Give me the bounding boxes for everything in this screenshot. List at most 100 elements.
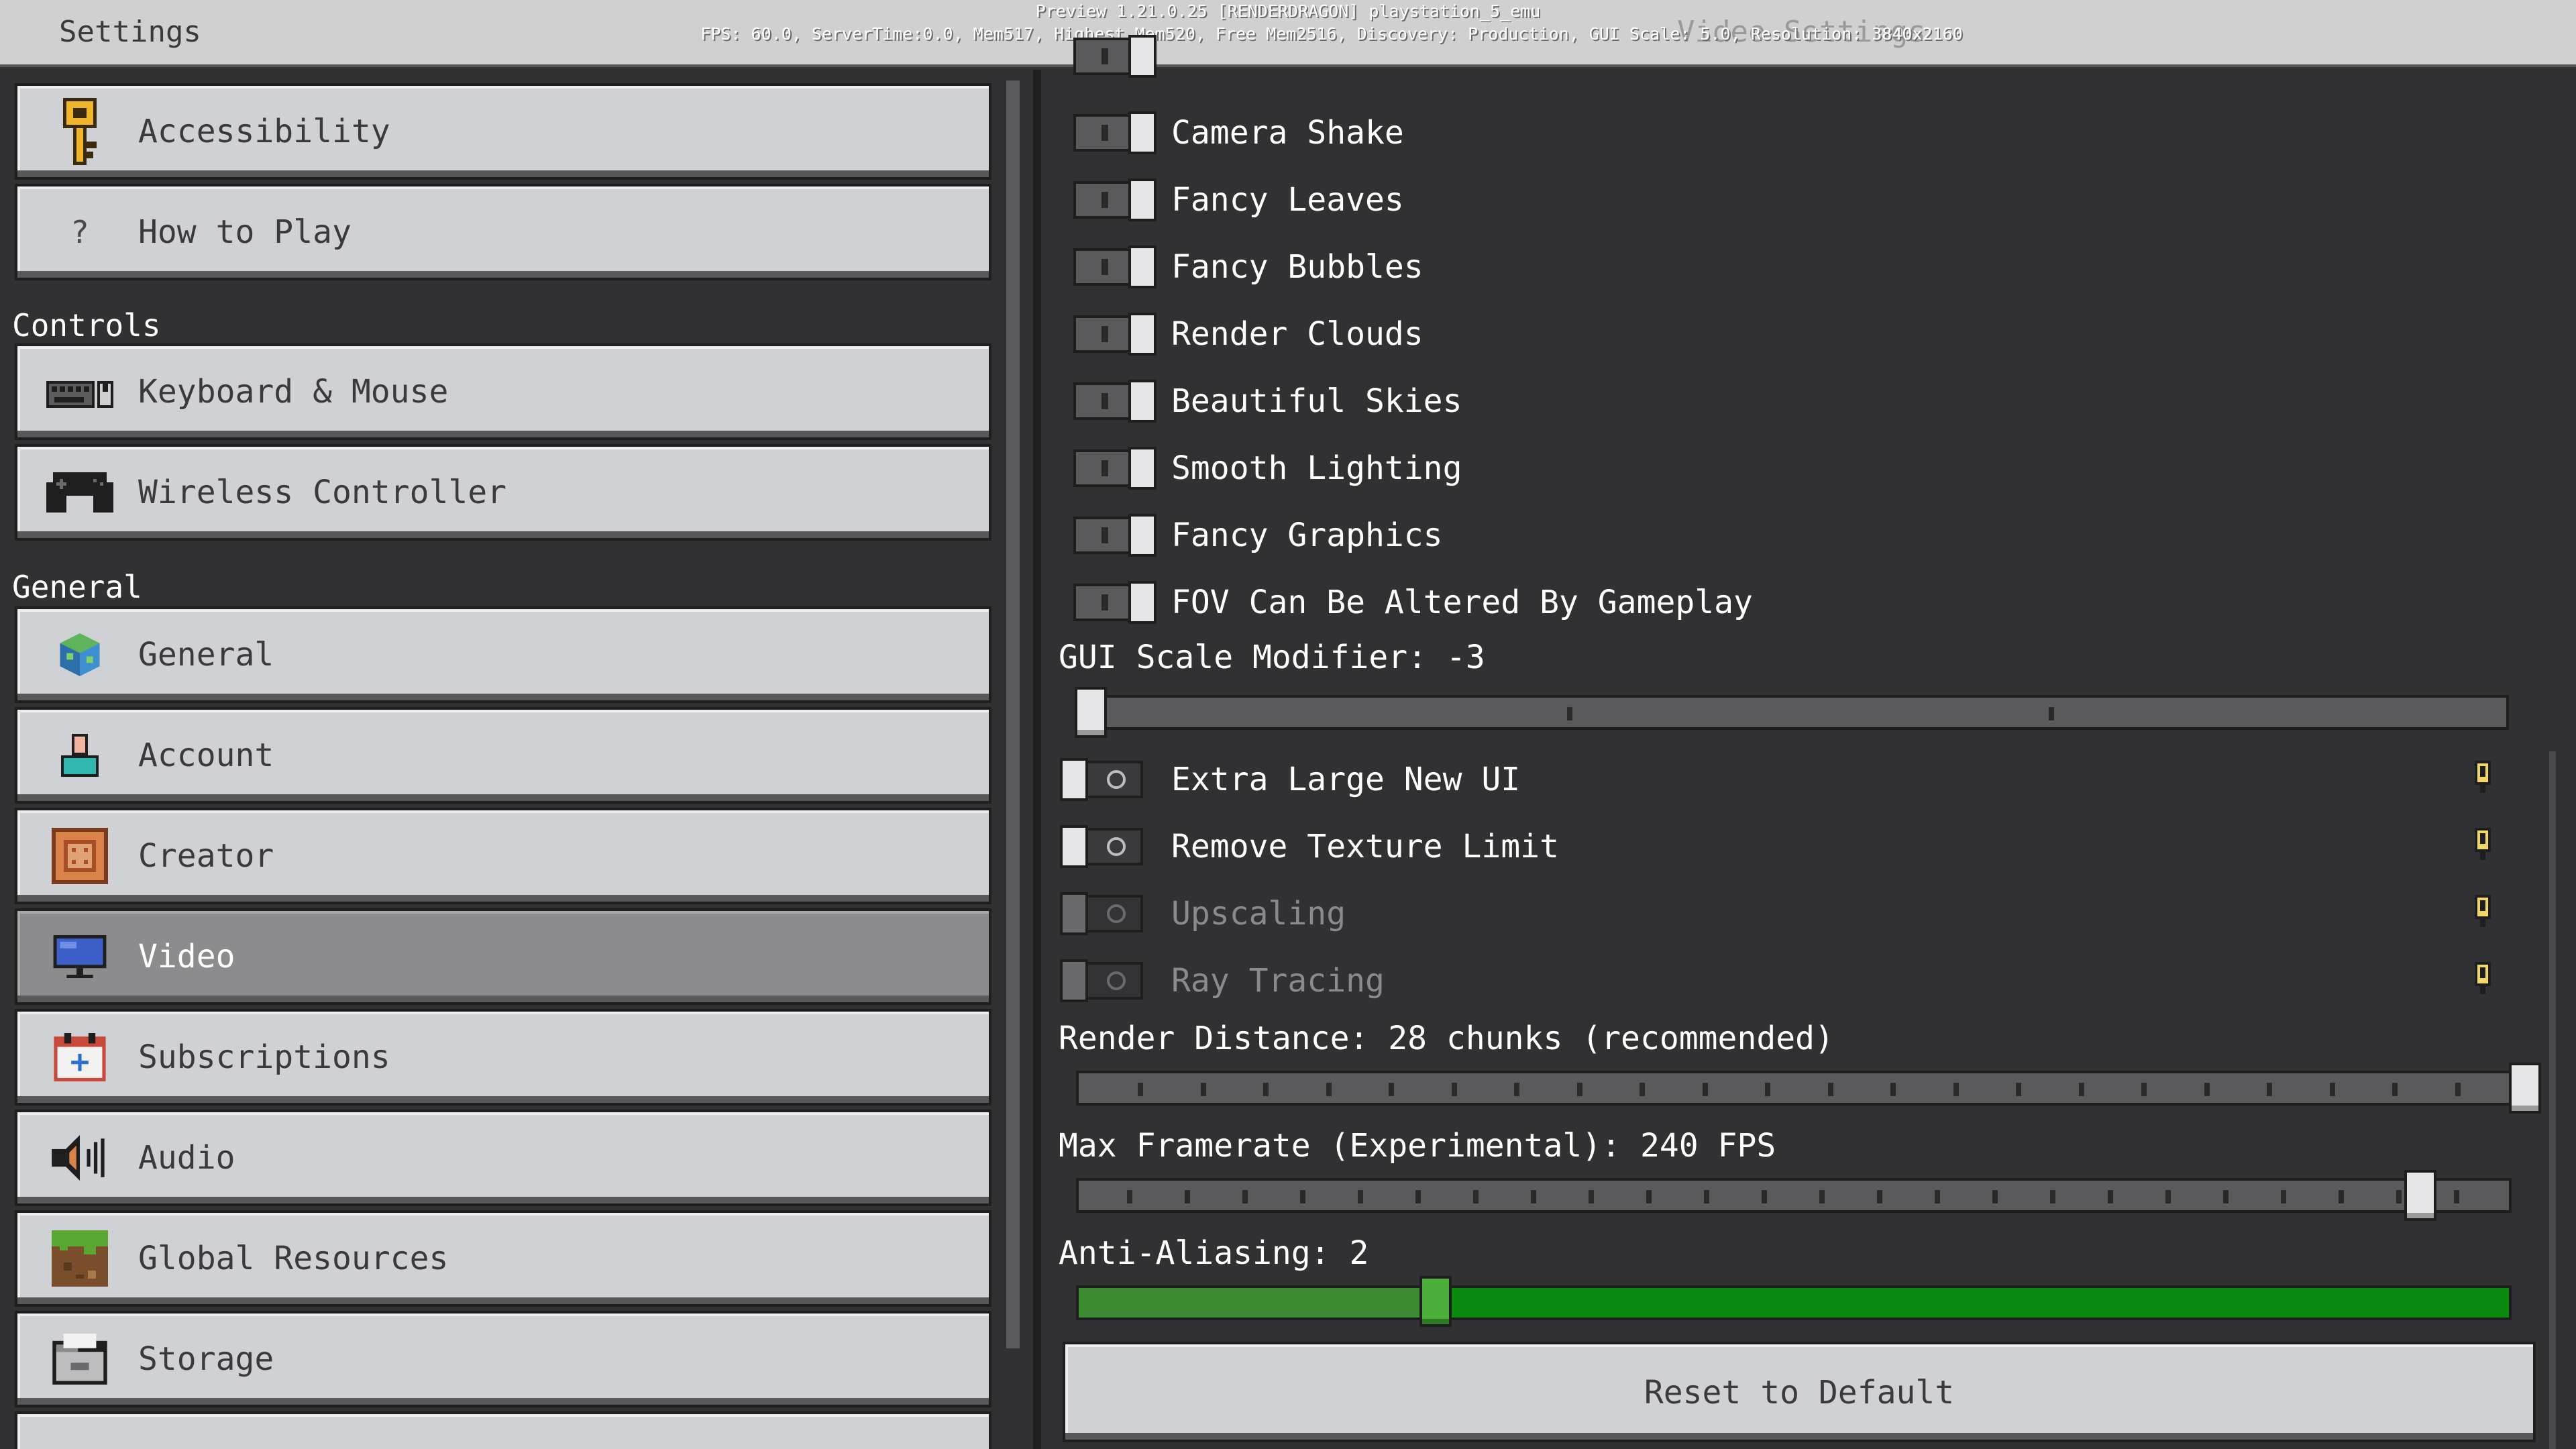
- slider-tick: [2396, 1190, 2402, 1203]
- toggle-row-beautiful-skies[interactable]: Beautiful Skies: [1046, 366, 2522, 433]
- sidebar-item-label: Accessibility: [138, 113, 390, 150]
- slider-tick: [1935, 1190, 1940, 1203]
- info-icon[interactable]: [2471, 828, 2494, 860]
- sidebar-item-how-to-play[interactable]: ? How to Play: [15, 184, 991, 280]
- toggle-on[interactable]: [1073, 35, 1157, 78]
- sidebar-item-label: Storage: [138, 1340, 274, 1378]
- slider-tick: [1326, 1083, 1332, 1096]
- beautiful-skies-toggle[interactable]: [1073, 380, 1157, 423]
- sidebar-item-partial[interactable]: [15, 1411, 991, 1449]
- slider-tick: [1389, 1083, 1394, 1096]
- sidebar-scrollbar[interactable]: [1006, 80, 1020, 1348]
- sidebar-item-general[interactable]: General: [15, 606, 991, 703]
- sidebar-item-creator[interactable]: Creator: [15, 808, 991, 904]
- toggle-label: Fancy Bubbles: [1171, 248, 1424, 286]
- toggle-row-smooth-lighting[interactable]: Smooth Lighting: [1046, 433, 2522, 500]
- toggle-label: Remove Texture Limit: [1171, 828, 1559, 865]
- reset-to-default-button[interactable]: Reset to Default: [1063, 1342, 2536, 1442]
- slider-tick: [2392, 1083, 2398, 1096]
- slider-tick: [1819, 1190, 1825, 1203]
- keyboard-mouse-icon: [43, 364, 117, 420]
- folder-icon: [43, 1331, 117, 1387]
- slider-tick: [2204, 1083, 2210, 1096]
- toggle-label: Fancy Leaves: [1171, 181, 1404, 219]
- slider-tick: [2281, 1190, 2286, 1203]
- calendar-plus-icon: [43, 1029, 117, 1085]
- fancy-bubbles-toggle[interactable]: [1073, 246, 1157, 288]
- anti-aliasing-thumb[interactable]: [1419, 1276, 1452, 1327]
- sidebar-item-video[interactable]: Video: [15, 908, 991, 1005]
- video-settings-panel: Camera Shake Fancy Leaves Fancy Bubbles …: [1046, 35, 2576, 1449]
- fov-gameplay-toggle[interactable]: [1073, 581, 1157, 624]
- slider-tick: [1762, 1190, 1767, 1203]
- sidebar-item-accessibility[interactable]: Accessibility: [15, 83, 991, 180]
- sidebar-item-label: Video: [138, 938, 235, 975]
- sidebar-item-global-resources[interactable]: Global Resources: [15, 1210, 991, 1307]
- toggle-row-partial[interactable]: [1046, 21, 2522, 89]
- fancy-graphics-toggle[interactable]: [1073, 514, 1157, 557]
- slider-tick: [1877, 1190, 1882, 1203]
- slider-tick: [2455, 1083, 2461, 1096]
- monitor-icon: [43, 928, 117, 985]
- render-clouds-toggle[interactable]: [1073, 313, 1157, 356]
- sidebar-item-storage[interactable]: Storage: [15, 1311, 991, 1407]
- sidebar-item-label: Global Resources: [138, 1240, 449, 1277]
- toggle-label: Smooth Lighting: [1171, 449, 1462, 487]
- sidebar-item-label: How to Play: [138, 213, 352, 251]
- sidebar-item-audio[interactable]: Audio: [15, 1110, 991, 1206]
- cube-icon: [43, 627, 117, 683]
- anti-aliasing-slider[interactable]: [1076, 1285, 2512, 1320]
- camera-shake-toggle[interactable]: [1073, 111, 1157, 154]
- slider-tick: [2078, 1083, 2084, 1096]
- info-icon[interactable]: [2471, 895, 2494, 927]
- section-header-controls: Controls: [12, 307, 161, 343]
- panel-divider: [1033, 70, 1041, 1449]
- remove-texture-limit-toggle[interactable]: [1060, 825, 1143, 868]
- toggle-row-camera-shake[interactable]: Camera Shake: [1046, 98, 2522, 165]
- slider-tick: [1415, 1190, 1421, 1203]
- toggle-row-fancy-graphics[interactable]: Fancy Graphics: [1046, 500, 2522, 568]
- speaker-icon: [43, 1130, 117, 1186]
- toggle-row-fancy-bubbles[interactable]: Fancy Bubbles: [1046, 232, 2522, 299]
- smooth-lighting-toggle[interactable]: [1073, 447, 1157, 490]
- settings-scrollbar[interactable]: [2549, 751, 2556, 1449]
- info-icon[interactable]: [2471, 962, 2494, 994]
- toggle-label: Fancy Graphics: [1171, 517, 1443, 554]
- sidebar-item-label: Keyboard & Mouse: [138, 373, 449, 411]
- gui-scale-thumb[interactable]: [1075, 687, 1107, 738]
- toggle-label: Upscaling: [1171, 895, 1346, 932]
- info-icon[interactable]: [2471, 761, 2494, 793]
- slider-tick: [1646, 1190, 1652, 1203]
- max-framerate-thumb[interactable]: [2404, 1170, 2436, 1221]
- slider-tick: [1827, 1083, 1833, 1096]
- gui-scale-slider[interactable]: [1085, 695, 2509, 730]
- toggle-row-fov-gameplay[interactable]: FOV Can Be Altered By Gameplay: [1046, 568, 2522, 635]
- slider-tick: [1451, 1083, 1457, 1096]
- extra-large-ui-toggle[interactable]: [1060, 758, 1143, 801]
- sidebar-item-subscriptions[interactable]: Subscriptions: [15, 1009, 991, 1106]
- sidebar-item-label: Creator: [138, 837, 274, 875]
- slider-tick: [2223, 1190, 2229, 1203]
- debug-line-1: Preview 1.21.0.25 [RENDERDRAGON] playsta…: [1035, 1, 1541, 21]
- fancy-leaves-toggle[interactable]: [1073, 178, 1157, 221]
- slider-tick: [1473, 1190, 1479, 1203]
- slider-tick: [2165, 1190, 2171, 1203]
- slider-tick: [1992, 1190, 1998, 1203]
- sidebar-item-keyboard-mouse[interactable]: Keyboard & Mouse: [15, 343, 991, 440]
- section-header-general: General: [12, 569, 142, 605]
- toggle-row-extra-large-ui[interactable]: Extra Large New UI: [1046, 745, 2522, 812]
- sidebar-item-wireless-controller[interactable]: Wireless Controller: [15, 444, 991, 541]
- toggle-row-render-clouds[interactable]: Render Clouds: [1046, 299, 2522, 366]
- sidebar-item-account[interactable]: Account: [15, 707, 991, 804]
- gui-scale-label: GUI Scale Modifier: -3: [1059, 639, 1485, 676]
- gamepad-icon: [43, 464, 117, 521]
- sidebar-item-label: Account: [138, 737, 274, 774]
- max-framerate-slider[interactable]: [1076, 1178, 2512, 1213]
- slider-tick: [2454, 1190, 2459, 1203]
- toggle-row-fancy-leaves[interactable]: Fancy Leaves: [1046, 165, 2522, 232]
- slider-tick: [1589, 1190, 1594, 1203]
- toggle-row-remove-texture-limit[interactable]: Remove Texture Limit: [1046, 812, 2522, 879]
- render-distance-slider[interactable]: [1076, 1071, 2512, 1106]
- render-distance-thumb[interactable]: [2509, 1063, 2541, 1114]
- sidebar: Accessibility ? How to Play Controls Key…: [0, 70, 1006, 1449]
